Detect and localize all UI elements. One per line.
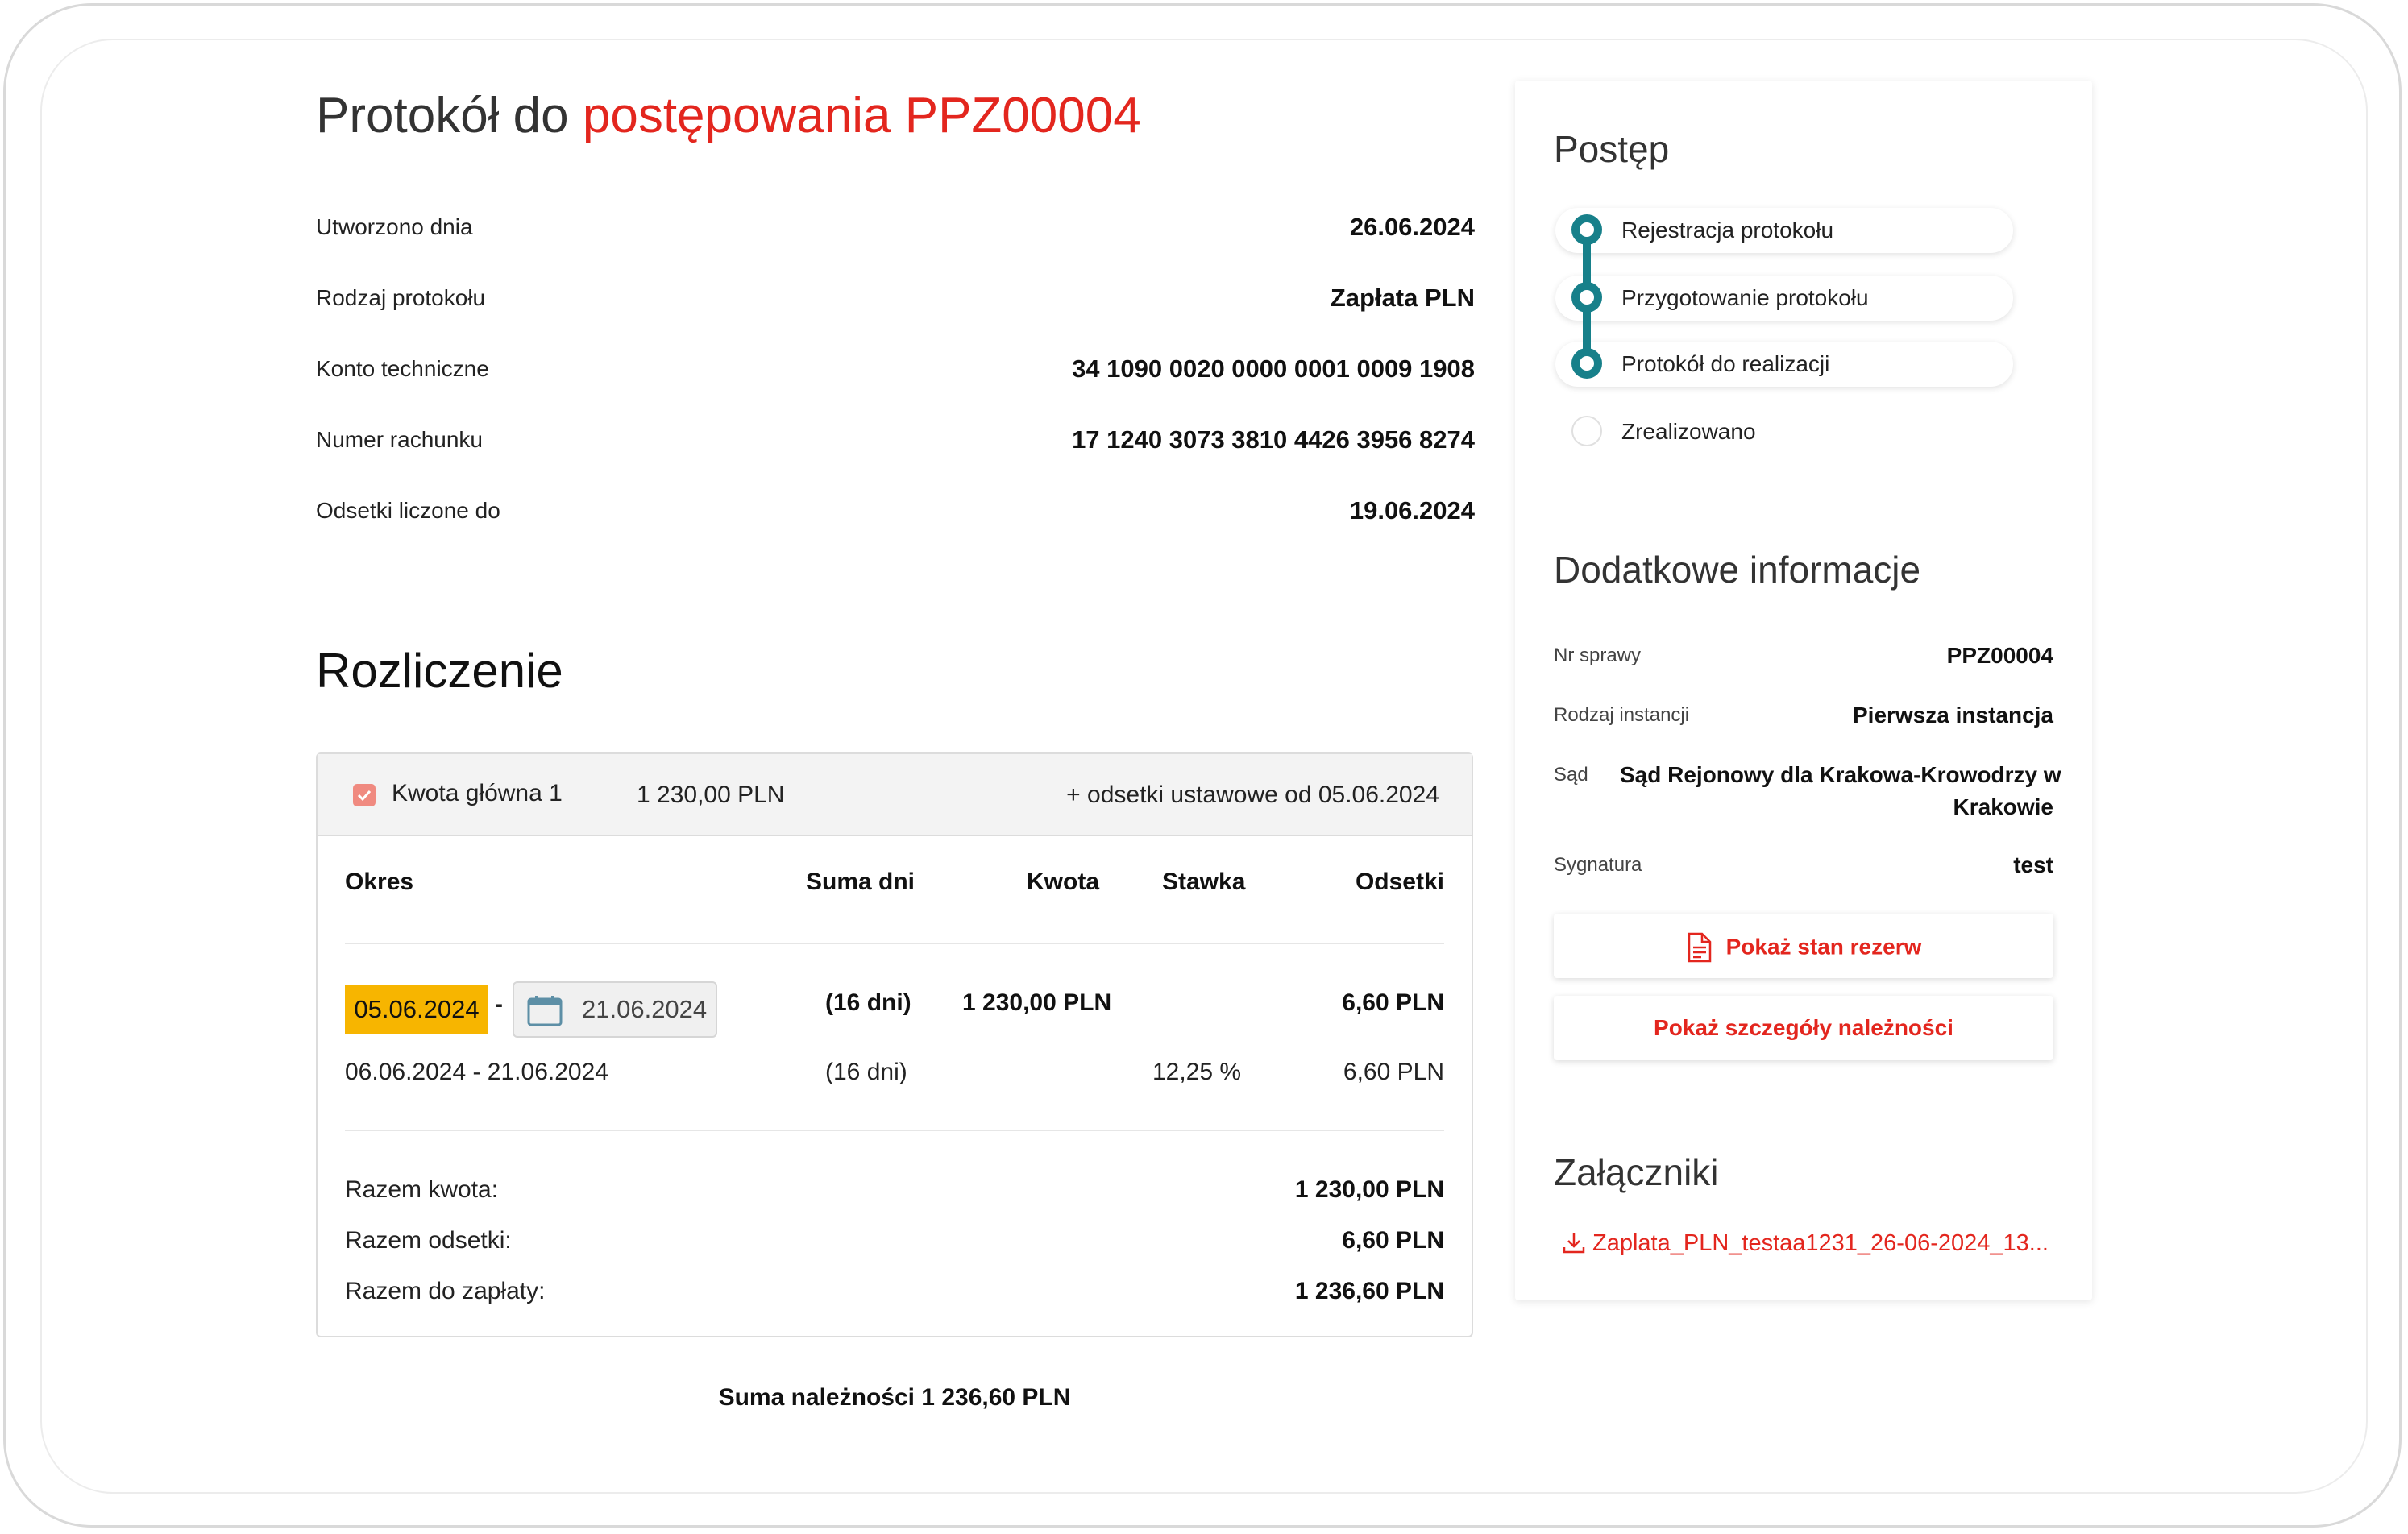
calendar-icon[interactable] xyxy=(527,996,563,1026)
info-heading: Dodatkowe informacje xyxy=(1554,549,1921,591)
detail-label-interest-to: Odsetki liczone do xyxy=(316,498,500,523)
check-icon xyxy=(357,790,372,802)
progress-heading: Postęp xyxy=(1554,128,1670,170)
divider xyxy=(345,1130,1444,1131)
total-interest-value: 6,60 PLN xyxy=(1342,1227,1444,1254)
detail-value-account-number: 17 1240 3073 3810 4426 3956 8274 xyxy=(1072,425,1475,454)
sum-total: Suma należności 1 236,60 PLN xyxy=(718,1384,1071,1411)
document-icon xyxy=(1688,932,1711,962)
detail-value-interest-to: 19.06.2024 xyxy=(1349,496,1475,524)
info-instance-value: Pierwsza instancja xyxy=(1852,703,2053,728)
info-signature-value: test xyxy=(2013,852,2053,877)
download-icon xyxy=(1563,1233,1585,1254)
step-completed: Zrealizowano xyxy=(1621,419,1756,444)
page-title: Protokół do postępowania PPZ00004 xyxy=(316,87,1141,144)
step-for-execution: Protokół do realizacji xyxy=(1621,351,1830,376)
step-pending-icon xyxy=(1571,416,1602,446)
step-done-icon xyxy=(1571,214,1602,245)
total-due-value: 1 236,60 PLN xyxy=(1294,1278,1444,1304)
detail-value-type: Zapłata PLN xyxy=(1330,284,1475,312)
step-registration: Rejestracja protokołu xyxy=(1621,218,1834,243)
total-interest-label: Razem odsetki: xyxy=(345,1227,512,1254)
col-days: Suma dni xyxy=(806,869,915,895)
sub-rate: 12,25 % xyxy=(1152,1059,1242,1085)
col-interest: Odsetki xyxy=(1355,869,1444,895)
info-instance-label: Rodzaj instancji xyxy=(1554,704,1690,726)
col-amount: Kwota xyxy=(1027,869,1099,895)
col-period: Okres xyxy=(345,869,414,895)
date-to-input[interactable]: 21.06.2024 xyxy=(513,981,717,1038)
total-amount-label: Razem kwota: xyxy=(345,1176,499,1203)
sidebar-panel xyxy=(1515,81,2092,1300)
total-due-label: Razem do zapłaty: xyxy=(345,1278,546,1304)
total-amount-value: 1 230,00 PLN xyxy=(1294,1176,1444,1203)
detail-value-tech-account: 34 1090 0020 0000 0001 0009 1908 xyxy=(1072,354,1475,383)
principal-checkbox[interactable] xyxy=(353,784,376,806)
principal-label: Kwota główna 1 xyxy=(392,780,563,806)
row-days: (16 dni) xyxy=(825,989,911,1016)
step-done-icon xyxy=(1571,348,1602,379)
sub-days: (16 dni) xyxy=(825,1059,907,1085)
detail-value-created: 26.06.2024 xyxy=(1349,213,1475,241)
settlement-heading: Rozliczenie xyxy=(316,644,563,698)
attachment-link[interactable]: Zaplata_PLN_testaa1231_26-06-2024_13... xyxy=(1562,1229,2049,1257)
info-case-value: PPZ00004 xyxy=(1946,643,2053,668)
show-reserves-button[interactable]: Pokaż stan rezerw xyxy=(1554,914,2053,978)
detail-label-account-number: Numer rachunku xyxy=(316,427,483,452)
show-reserves-label: Pokaż stan rezerw xyxy=(1725,934,1922,960)
attachment-filename: Zaplata_PLN_testaa1231_26-06-2024_13... xyxy=(1592,1229,2049,1256)
step-preparation: Przygotowanie protokołu xyxy=(1621,285,1869,310)
col-rate: Stawka xyxy=(1162,869,1246,895)
show-details-button[interactable]: Pokaż szczegóły należności xyxy=(1554,996,2053,1060)
detail-label-created: Utworzono dnia xyxy=(316,214,473,239)
info-case-label: Nr sprawy xyxy=(1554,645,1642,666)
principal-amount: 1 230,00 PLN xyxy=(637,782,785,808)
title-case-number: postępowania PPZ00004 xyxy=(582,88,1141,143)
info-court-line2: Krakowie xyxy=(1953,794,2054,819)
date-separator: - xyxy=(495,991,503,1018)
row-amount: 1 230,00 PLN xyxy=(962,989,1112,1016)
date-from-field[interactable]: 05.06.2024 xyxy=(345,985,488,1034)
info-signature-label: Sygnatura xyxy=(1554,854,1642,876)
attachments-heading: Załączniki xyxy=(1554,1151,1719,1193)
interest-note: + odsetki ustawowe od 05.06.2024 xyxy=(1066,782,1439,808)
row-interest: 6,60 PLN xyxy=(1342,989,1444,1016)
card-header: Kwota główna 1 1 230,00 PLN + odsetki us… xyxy=(318,754,1472,836)
detail-label-type: Rodzaj protokołu xyxy=(316,285,486,310)
info-court-line1: Sąd Rejonowy dla Krakowa-Krowodrzy w xyxy=(1620,762,2061,787)
settlement-card: Kwota główna 1 1 230,00 PLN + odsetki us… xyxy=(316,752,1473,1337)
show-details-label: Pokaż szczegóły należności xyxy=(1654,1015,1953,1040)
date-to-value: 21.06.2024 xyxy=(582,995,708,1023)
info-court-label: Sąd xyxy=(1554,764,1588,786)
step-done-icon xyxy=(1571,282,1602,313)
sub-interest: 6,60 PLN xyxy=(1343,1059,1444,1085)
title-prefix: Protokół do xyxy=(316,88,583,143)
divider xyxy=(345,943,1444,944)
detail-label-tech-account: Konto techniczne xyxy=(316,356,489,381)
sub-period: 06.06.2024 - 21.06.2024 xyxy=(345,1059,608,1085)
